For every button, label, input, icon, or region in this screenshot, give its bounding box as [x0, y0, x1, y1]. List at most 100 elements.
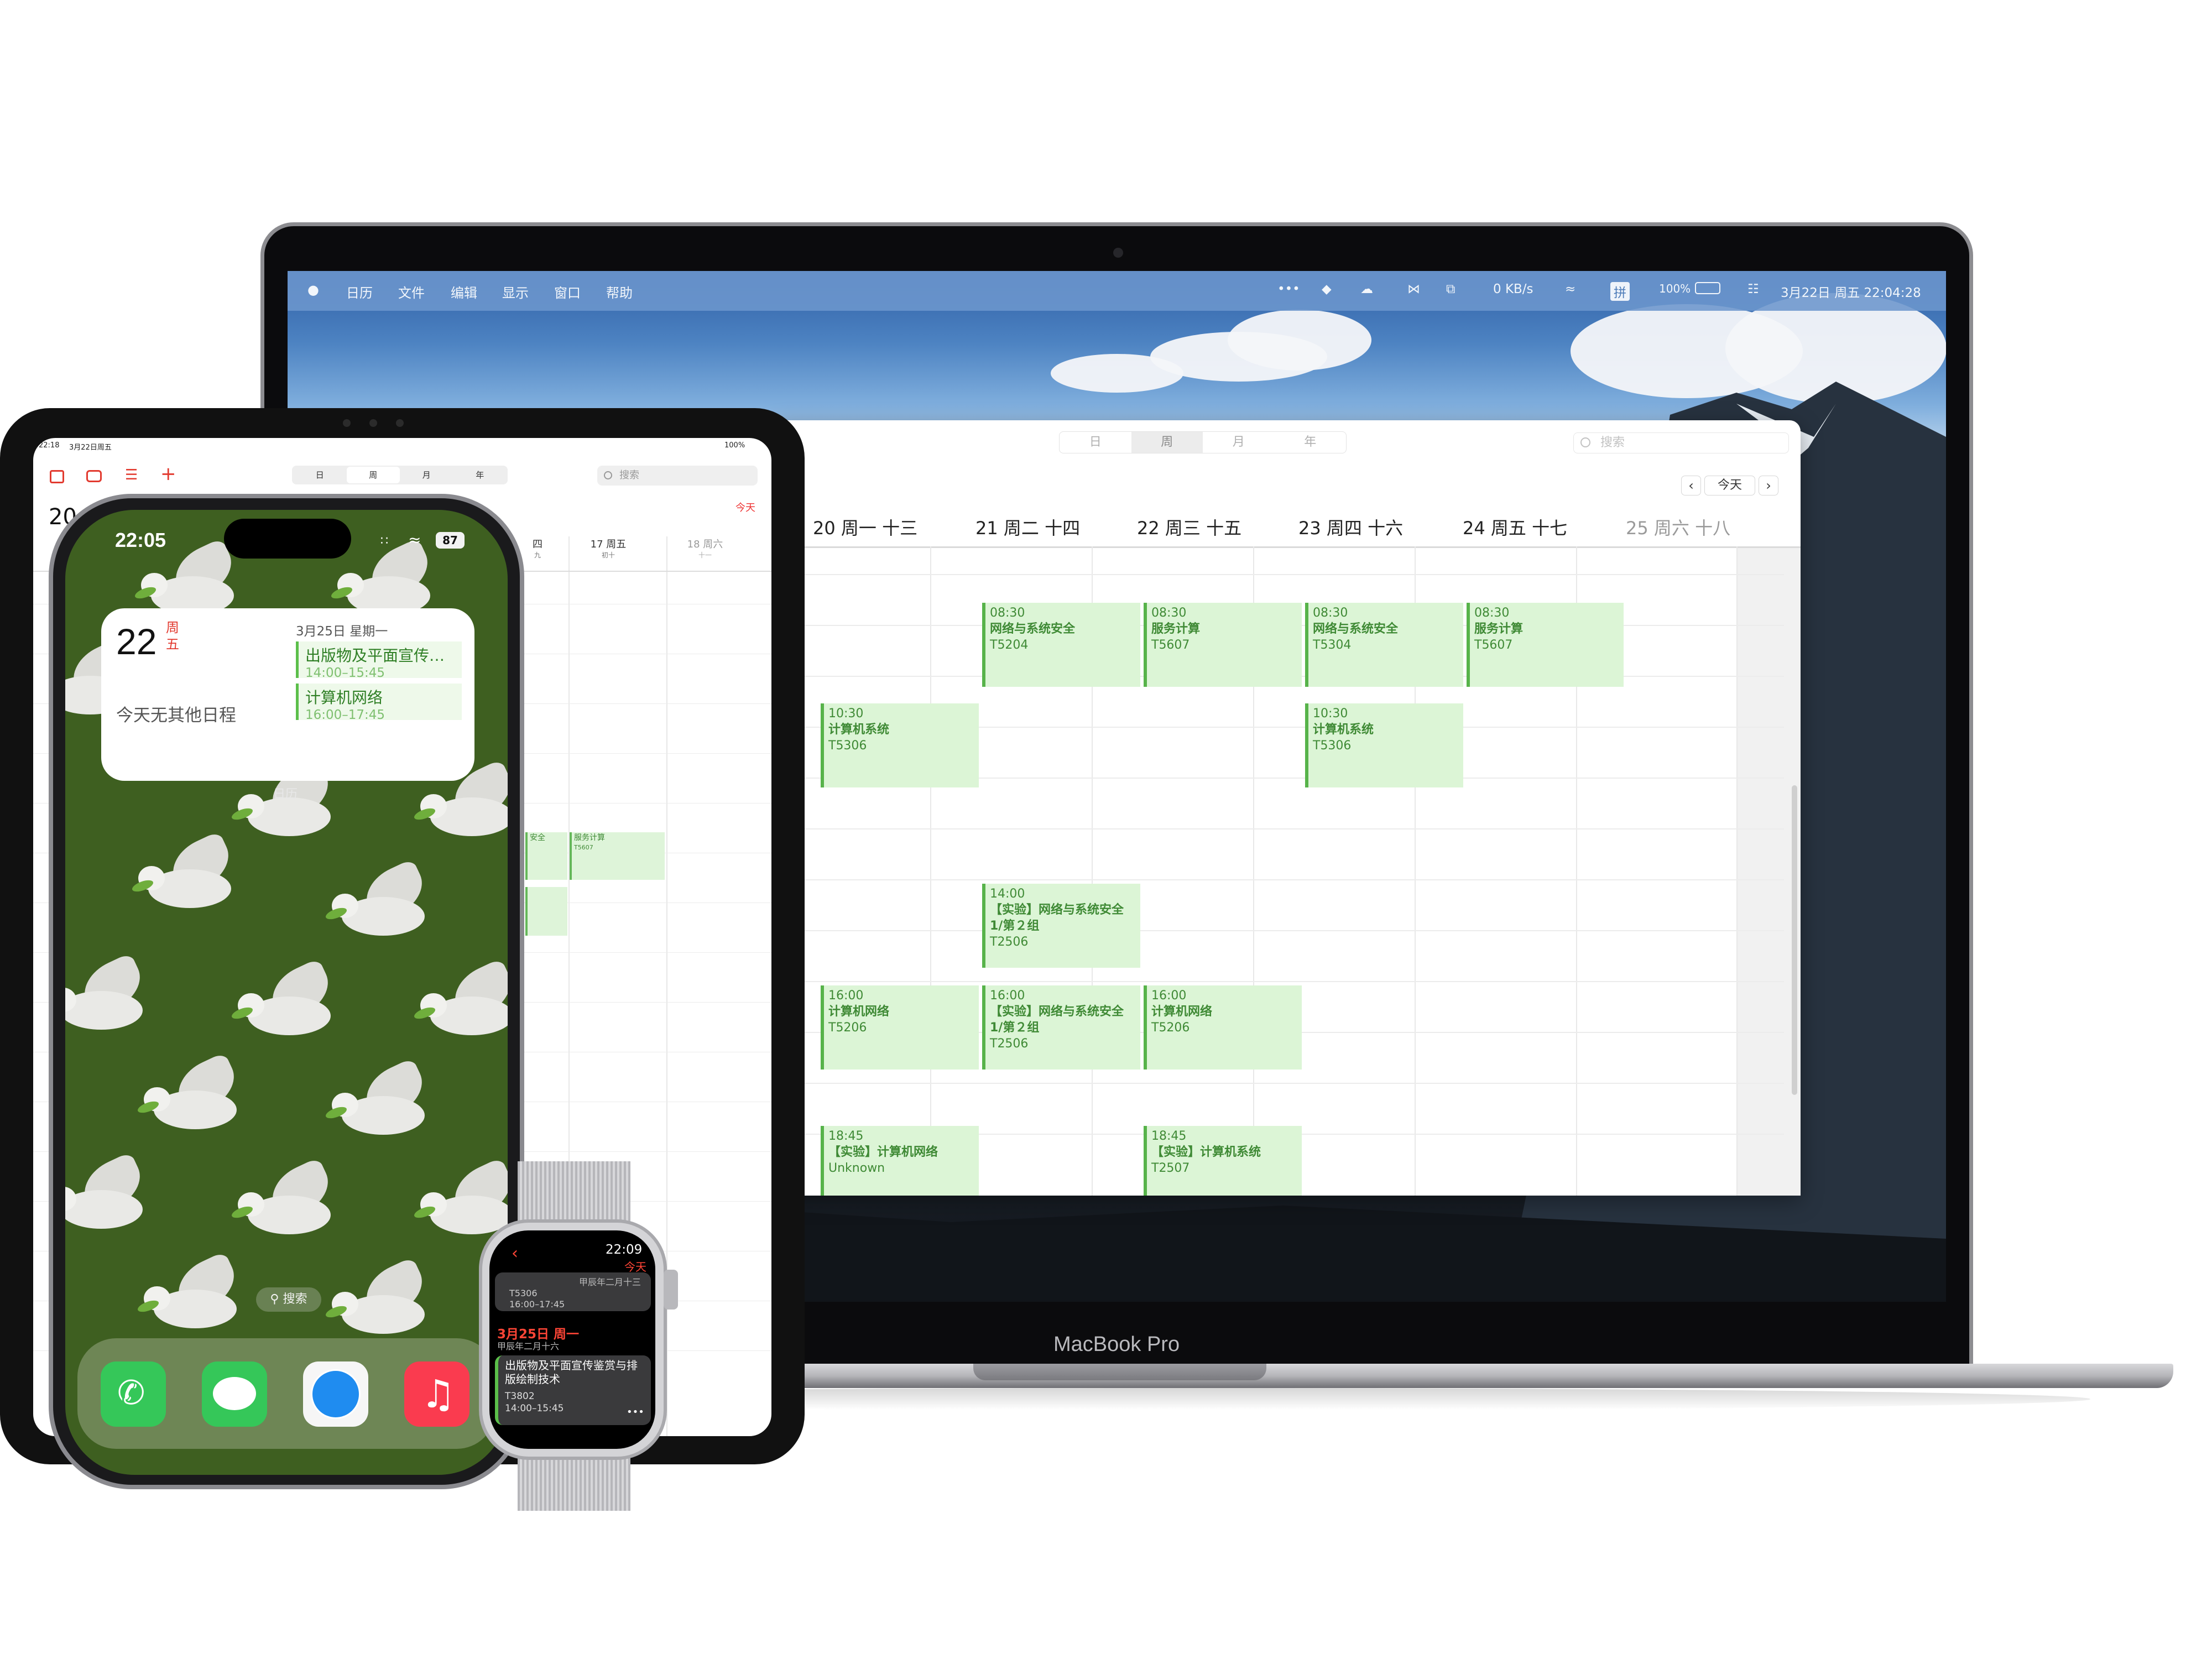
today-button[interactable]: 今天: [735, 500, 755, 514]
view-month[interactable]: 月: [400, 467, 453, 483]
event-room: T2506: [990, 935, 1029, 949]
widget-event-time: 14:00–15:45: [305, 666, 385, 680]
menu-calendar[interactable]: 日历: [346, 282, 373, 301]
wifi-icon: ≈: [408, 531, 421, 549]
event-card[interactable]: 18:45 【实验】计算机网络 Unknown: [821, 1126, 979, 1196]
view-week[interactable]: 周: [346, 467, 400, 483]
event-card[interactable]: 16:00 计算机网络 T5206: [1144, 985, 1302, 1070]
cloud-icon[interactable]: ☁: [1360, 282, 1373, 296]
day-header-25[interactable]: 25 周六 十八: [1626, 514, 1730, 540]
view-year[interactable]: 年: [453, 467, 507, 483]
ipad-camera-icon: [343, 419, 351, 427]
widget-event[interactable]: 计算机网络 16:00–17:45: [296, 684, 462, 722]
input-method[interactable]: 拼: [1610, 282, 1630, 301]
event-time: 16:00: [828, 989, 864, 1003]
event-card[interactable]: 18:45 【实验】计算机系统 T2507: [1144, 1126, 1302, 1196]
view-week[interactable]: 周: [1131, 432, 1203, 453]
search-input[interactable]: 搜索: [1573, 432, 1789, 453]
event-card[interactable]: 08:30 网络与系统安全 T5204: [982, 603, 1140, 687]
plus-icon[interactable]: +: [160, 465, 176, 483]
event-time: 16:00: [990, 989, 1025, 1003]
dove-wallpaper-icon: [65, 952, 159, 1052]
widget-event-time: 16:00–17:45: [305, 708, 385, 722]
view-day[interactable]: 日: [1060, 432, 1131, 453]
more-icon[interactable]: •••: [627, 1406, 644, 1418]
day-header-20[interactable]: 20 周一 十三: [813, 514, 917, 540]
control-center-icon[interactable]: ☷: [1747, 282, 1759, 296]
event-card[interactable]: [525, 887, 567, 936]
ipad-search-input[interactable]: 搜索: [597, 466, 758, 486]
view-day[interactable]: 日: [293, 467, 347, 483]
event-card[interactable]: 16:00 【实验】网络与系统安全 1/第２组 T2506: [982, 985, 1140, 1070]
dove-wallpaper-icon: [413, 759, 508, 858]
event-card[interactable]: 10:30 计算机系统 T5306: [821, 703, 979, 787]
day-header-17[interactable]: 17 周五: [572, 536, 644, 551]
menu-help[interactable]: 帮助: [606, 282, 633, 301]
messages-icon[interactable]: [202, 1361, 267, 1427]
widget-event-title: 计算机网络: [305, 688, 383, 707]
view-year[interactable]: 年: [1275, 432, 1347, 453]
event-title: 计算机网络: [828, 1005, 890, 1019]
battery-icon[interactable]: [1695, 282, 1720, 294]
calendar-window: 日 周 月 年 搜索 ‹ 今天 › 20 周一 十三 21 周二 十四 22 周…: [769, 420, 1801, 1196]
apple-icon[interactable]: ●: [307, 282, 319, 298]
event-card[interactable]: 08:30 服务计算 T5607: [1467, 603, 1624, 687]
phone-icon[interactable]: ✆: [101, 1361, 166, 1427]
menu-file[interactable]: 文件: [398, 282, 425, 301]
digital-crown[interactable]: [664, 1270, 678, 1310]
day-header-22[interactable]: 22 周三 十五: [1137, 514, 1241, 540]
hour-line: [769, 930, 1784, 931]
day-header-24[interactable]: 24 周五 十七: [1463, 514, 1567, 540]
date-navigation: ‹ 今天 ›: [1681, 476, 1778, 495]
view-month[interactable]: 月: [1203, 432, 1275, 453]
column-divider: [1736, 546, 1738, 1196]
calendar-icon[interactable]: [50, 470, 64, 483]
day-header-18[interactable]: 18 周六: [669, 536, 741, 551]
event-time: 18:45: [828, 1129, 864, 1143]
safari-icon[interactable]: [303, 1361, 368, 1427]
bluetooth-icon[interactable]: ⋈: [1407, 282, 1420, 296]
watch-band-top: [518, 1161, 630, 1228]
next-week-button[interactable]: ›: [1759, 476, 1778, 495]
share-icon[interactable]: ⧉: [1446, 282, 1455, 296]
event-card[interactable]: 08:30 网络与系统安全 T5304: [1305, 603, 1463, 687]
event-title: 服务计算: [1474, 622, 1524, 636]
day-header-21[interactable]: 21 周二 十四: [975, 514, 1080, 540]
event-title: 【实验】计算机网络: [828, 1145, 938, 1159]
event-card[interactable]: 10:30 计算机系统 T5306: [1305, 703, 1463, 787]
event-card[interactable]: 16:00 计算机网络 T5206: [821, 985, 979, 1070]
home-search-button[interactable]: ⚲ 搜索: [256, 1287, 321, 1312]
menu-clock[interactable]: 3月22日 周五 22:04:28: [1781, 282, 1921, 301]
watch-event-time: 14:00–15:45: [505, 1403, 564, 1414]
more-icon[interactable]: •••: [1277, 282, 1300, 296]
watch-event-room: T3802: [505, 1391, 535, 1402]
event-title: 网络与系统安全: [1313, 622, 1399, 636]
menu-view[interactable]: 显示: [502, 282, 529, 301]
event-time: 08:30: [1151, 606, 1187, 620]
widget-no-events: 今天无其他日程: [116, 706, 236, 726]
back-chevron-icon[interactable]: ‹: [512, 1244, 518, 1263]
today-button[interactable]: 今天: [1704, 476, 1755, 495]
music-icon[interactable]: ♫: [404, 1361, 469, 1427]
search-icon: [1580, 437, 1590, 447]
menu-bar: ● 日历 文件 编辑 显示 窗口 帮助 ••• ◆ ☁ ⋈ ⧉ 0 KB/s ≈…: [288, 271, 1946, 311]
event-room: T5206: [828, 1021, 867, 1035]
hour-line: [769, 981, 1784, 982]
event-card[interactable]: 安全: [525, 832, 567, 880]
menu-window[interactable]: 窗口: [554, 282, 581, 301]
event-card[interactable]: 服务计算 T5607: [570, 832, 665, 880]
prev-week-button[interactable]: ‹: [1681, 476, 1701, 495]
layers-icon[interactable]: ◆: [1322, 282, 1332, 296]
menu-edit[interactable]: 编辑: [451, 282, 477, 301]
search-icon: [604, 471, 612, 479]
wifi-icon[interactable]: ≈: [1565, 282, 1575, 296]
event-card[interactable]: 08:30 服务计算 T5607: [1144, 603, 1302, 687]
widget-event[interactable]: 出版物及平面宣传… 14:00–15:45: [296, 641, 462, 680]
inbox-icon[interactable]: [86, 470, 102, 482]
list-icon[interactable]: ☰: [125, 468, 138, 482]
vertical-scrollbar[interactable]: [1792, 785, 1797, 1095]
day-header-16[interactable]: 四: [526, 536, 549, 551]
event-card[interactable]: 14:00 【实验】网络与系统安全 1/第２组 T2506: [982, 884, 1140, 968]
day-header-23[interactable]: 23 周四 十六: [1298, 514, 1403, 540]
dove-wallpaper-icon: [136, 1052, 253, 1151]
